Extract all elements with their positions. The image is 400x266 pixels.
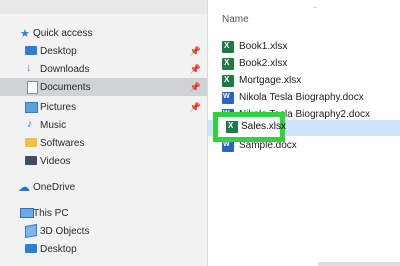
- nav-item-documents[interactable]: Documents 📌: [0, 78, 207, 96]
- music-icon: ♪: [27, 118, 33, 130]
- documents-icon: [27, 81, 38, 94]
- file-row[interactable]: Mortgage.xlsx: [208, 72, 400, 90]
- pin-icon[interactable]: 📌: [190, 46, 201, 57]
- nav-item-pictures[interactable]: Pictures 📌: [0, 98, 207, 116]
- nav-item-videos[interactable]: Videos: [0, 152, 207, 170]
- pictures-icon: [25, 102, 38, 113]
- file-row[interactable]: Book1.xlsx: [208, 38, 400, 56]
- bottom-glint: [318, 262, 400, 266]
- navigation-pane: ★ Quick access Desktop 📌 ↓ Downloads 📌 D…: [0, 14, 207, 266]
- highlighted-file-sales[interactable]: Sales.xlsx: [213, 112, 286, 142]
- excel-file-icon: [222, 58, 234, 70]
- desktop-icon: [25, 244, 37, 253]
- pin-icon[interactable]: 📌: [190, 64, 201, 75]
- column-header-name[interactable]: Name: [222, 14, 249, 25]
- download-icon: ↓: [26, 62, 32, 74]
- cube-icon: [25, 223, 37, 239]
- excel-file-icon: [226, 121, 238, 133]
- star-icon: ★: [20, 28, 30, 40]
- nav-item-desktop-2[interactable]: Desktop: [0, 240, 207, 258]
- pin-icon[interactable]: 📌: [190, 82, 201, 93]
- computer-icon: [20, 208, 34, 218]
- word-file-icon: [222, 92, 234, 104]
- file-row[interactable]: Book2.xlsx: [208, 55, 400, 73]
- excel-file-icon: [222, 75, 234, 87]
- nav-item-quick-access[interactable]: ★ Quick access: [0, 24, 207, 42]
- nav-item-downloads[interactable]: ↓ Downloads 📌: [0, 60, 207, 78]
- desktop-icon: [25, 46, 37, 55]
- pin-icon[interactable]: 📌: [190, 102, 201, 113]
- nav-item-music[interactable]: ♪ Music: [0, 116, 207, 134]
- nav-item-3d-objects[interactable]: 3D Objects: [0, 222, 207, 240]
- nav-item-onedrive[interactable]: ☁ OneDrive: [0, 178, 207, 196]
- nav-item-this-pc[interactable]: This PC: [0, 204, 207, 222]
- file-row[interactable]: Nikola Tesla Biography.docx: [208, 89, 400, 107]
- cloud-icon: ☁: [18, 180, 30, 194]
- videos-icon: [25, 156, 37, 165]
- nav-item-softwares[interactable]: Softwares: [0, 134, 207, 152]
- folder-icon: [25, 138, 37, 147]
- chevron-up-icon: ˆ: [314, 6, 317, 15]
- file-explorer-window: ★ Quick access Desktop 📌 ↓ Downloads 📌 D…: [0, 0, 400, 266]
- nav-item-desktop[interactable]: Desktop 📌: [0, 42, 207, 60]
- excel-file-icon: [222, 41, 234, 53]
